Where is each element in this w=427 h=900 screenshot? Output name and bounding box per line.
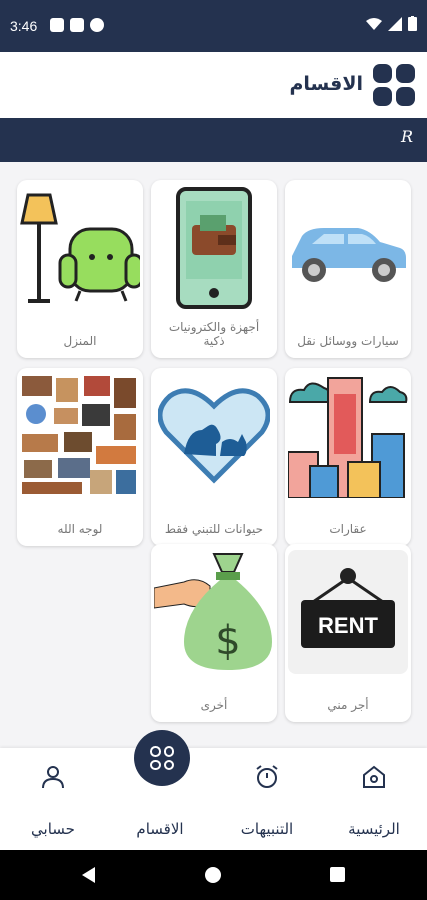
- status-time: 3:46: [10, 18, 38, 34]
- buildings-icon: [288, 374, 408, 498]
- bottom-navigation: الرئيسية التنبيهات الاقسام حسابي: [0, 730, 427, 850]
- grid-cell: [373, 87, 392, 106]
- brand-logo: R: [400, 127, 413, 146]
- nav-item-notifications[interactable]: التنبيهات: [214, 748, 320, 850]
- p-app-icon: [90, 18, 104, 32]
- grid-cell: [396, 87, 415, 106]
- grid-icon[interactable]: [134, 730, 190, 786]
- category-label: أجهزة والكترونيات ذكية: [168, 320, 260, 348]
- home-icon: [363, 765, 385, 788]
- svg-text:$: $: [215, 618, 240, 664]
- rent-sign-icon: RENT: [288, 550, 408, 674]
- categories-grid-icon[interactable]: [373, 64, 415, 106]
- gallery-icon: [50, 18, 64, 32]
- category-card-home[interactable]: المنزل: [17, 180, 143, 358]
- nav-label: الاقسام: [136, 820, 184, 838]
- nav-item-account[interactable]: حسابي: [0, 748, 106, 850]
- category-label: حيوانات للتبني فقط: [164, 522, 264, 536]
- category-card-other[interactable]: $ أخرى: [151, 544, 277, 722]
- gmail-icon: [70, 18, 84, 32]
- category-card-real-estate[interactable]: عقارات: [285, 368, 411, 546]
- signal-icon: [388, 16, 402, 31]
- pets-heart-icon: [154, 374, 274, 498]
- home-circle-icon[interactable]: [205, 867, 221, 883]
- alarm-icon: [256, 765, 278, 788]
- person-icon: [42, 766, 64, 789]
- category-label: عقارات: [329, 522, 367, 536]
- grid-dot: [150, 759, 161, 770]
- car-icon: [288, 186, 408, 310]
- recent-apps-icon[interactable]: [330, 867, 345, 882]
- wallet-phone-icon: [154, 186, 274, 310]
- grid-cell: [396, 64, 415, 83]
- donated-furniture-image: [20, 374, 140, 498]
- back-icon[interactable]: [82, 867, 95, 883]
- system-navigation-bar: [0, 850, 427, 900]
- nav-label: الرئيسية: [348, 820, 400, 838]
- nav-label: حسابي: [31, 820, 75, 838]
- brand-bar: R: [0, 118, 427, 162]
- money-bag-icon: $: [154, 550, 274, 674]
- system-status-icons: [366, 16, 417, 31]
- category-label: المنزل: [63, 334, 97, 348]
- category-card-rent[interactable]: RENT أجر مني: [285, 544, 411, 722]
- battery-icon: [408, 16, 417, 31]
- status-bar: 3:46: [0, 0, 427, 52]
- category-label: أجر مني: [327, 698, 369, 712]
- nav-item-categories[interactable]: الاقسام: [107, 730, 213, 850]
- category-label: لوجه الله: [57, 522, 103, 536]
- wifi-icon: [366, 17, 382, 30]
- category-card-pets[interactable]: حيوانات للتبني فقط: [151, 368, 277, 546]
- grid-dot: [163, 759, 174, 770]
- grid-cell: [373, 64, 392, 83]
- category-label: أخرى: [200, 698, 228, 712]
- nav-item-home[interactable]: الرئيسية: [321, 748, 427, 850]
- notification-icons: [50, 18, 104, 32]
- furniture-icon: [20, 186, 140, 310]
- page-title: الاقسام: [289, 73, 364, 95]
- rent-sign-text: RENT: [318, 613, 378, 638]
- category-label: سيارات ووسائل نقل: [297, 334, 399, 348]
- app-header: الاقسام: [0, 52, 427, 118]
- category-card-charity[interactable]: لوجه الله: [17, 368, 143, 546]
- nav-label: التنبيهات: [240, 820, 294, 838]
- grid-dot: [150, 746, 161, 757]
- grid-dot: [163, 746, 174, 757]
- category-card-cars[interactable]: سيارات ووسائل نقل: [285, 180, 411, 358]
- category-card-electronics[interactable]: أجهزة والكترونيات ذكية: [151, 180, 277, 358]
